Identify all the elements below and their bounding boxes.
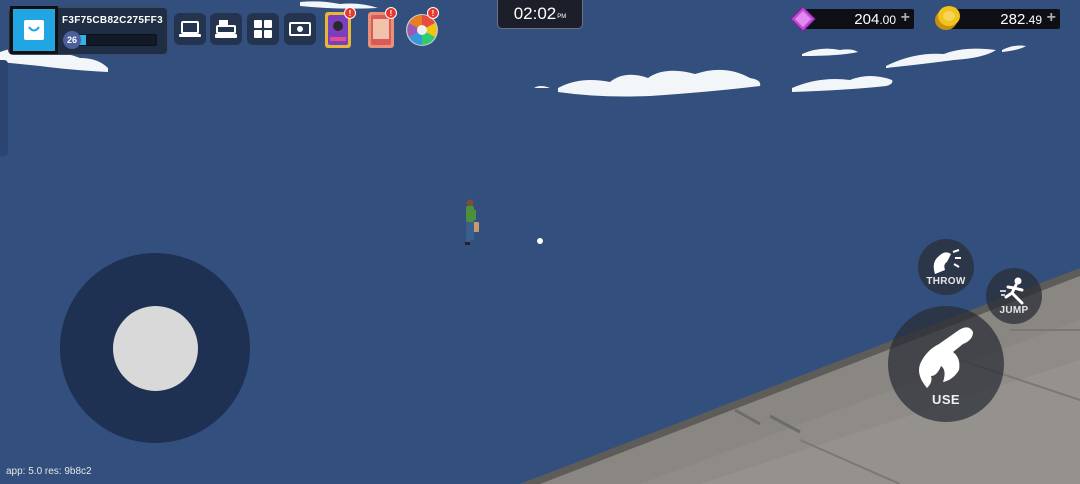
alert-badge: ! xyxy=(344,7,356,19)
clock-ampm: PM xyxy=(557,14,567,20)
player-character xyxy=(465,199,479,245)
alert-badge: ! xyxy=(385,7,397,19)
shop-button[interactable] xyxy=(10,6,58,54)
throw-label: THROW xyxy=(926,275,966,287)
alert-badge: ! xyxy=(427,7,439,19)
grid-icon xyxy=(254,20,272,38)
grid-button[interactable] xyxy=(247,13,279,45)
game-clock: 02:02 PM xyxy=(497,0,583,29)
use-label: USE xyxy=(932,391,960,407)
gem-icon xyxy=(790,6,816,32)
throw-button[interactable]: THROW xyxy=(918,239,974,295)
crosshair xyxy=(537,238,543,244)
money-button[interactable] xyxy=(284,13,316,45)
player-id: F3F75CB82C275FF3 xyxy=(62,15,163,26)
add-gems-button[interactable]: + xyxy=(901,9,910,27)
gems-amount: 204.00 xyxy=(854,11,896,28)
shopping-bag-icon xyxy=(24,20,44,40)
gems-counter[interactable]: 204.00 + xyxy=(800,9,914,29)
event-card-button[interactable]: ! xyxy=(324,7,356,54)
level-badge: 26 xyxy=(63,31,81,49)
coins-amount: 282.49 xyxy=(1000,11,1042,28)
jump-label: JUMP xyxy=(999,304,1029,316)
version-text: app: 5.0 res: 9b8c2 xyxy=(6,466,92,477)
xp-bar xyxy=(76,34,157,46)
jump-button[interactable]: JUMP xyxy=(986,268,1042,324)
laptop-icon xyxy=(179,21,201,37)
laptop-button[interactable] xyxy=(174,13,206,45)
money-icon xyxy=(289,22,311,36)
clock-time: 02:02 xyxy=(513,4,557,23)
building-edge xyxy=(0,60,8,156)
throw-icon xyxy=(933,248,961,274)
calendar-card-button[interactable]: ! xyxy=(367,7,397,54)
use-button[interactable]: USE xyxy=(888,306,1004,422)
jump-icon xyxy=(1000,277,1024,304)
prize-wheel-button[interactable]: ! xyxy=(405,7,439,52)
hand-icon xyxy=(919,326,973,388)
joystick-knob[interactable] xyxy=(113,306,198,391)
cash-register-icon xyxy=(215,20,237,38)
cash-register-button[interactable] xyxy=(210,13,242,45)
coin-icon xyxy=(935,6,960,30)
add-coins-button[interactable]: + xyxy=(1047,9,1056,27)
